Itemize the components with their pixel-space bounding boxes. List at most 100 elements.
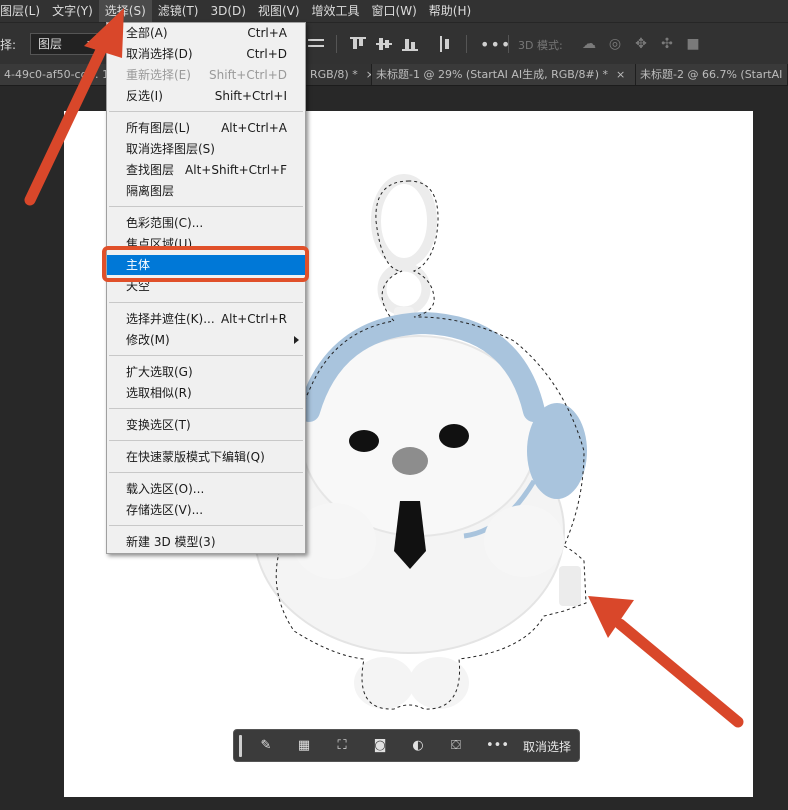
menu-window[interactable]: 窗口(W) (366, 0, 423, 22)
tab-label: RGB/8) * (310, 68, 358, 81)
menu-separator (109, 206, 303, 207)
tab-label: 4-49c0-af50-cd… 1d (4, 68, 108, 81)
brush-icon[interactable]: ✎ (258, 738, 274, 754)
menu-item-color-range[interactable]: 色彩范围(C)... (107, 213, 305, 233)
menu-item-grow[interactable]: 扩大选取(G) (107, 362, 305, 382)
menu-item-find-layers[interactable]: 查找图层 Alt+Shift+Ctrl+F (107, 160, 305, 180)
deselect-button[interactable]: 取消选择 (523, 738, 571, 755)
menu-item-label: 载入选区(O)... (126, 482, 205, 496)
more-icon[interactable]: ••• (486, 738, 509, 754)
tab-document-2[interactable]: RGB/8) *× (306, 64, 372, 85)
menu-separator (109, 440, 303, 441)
menu-item-isolate-layers[interactable]: 隔离图层 (107, 181, 305, 201)
submenu-arrow-icon (294, 336, 299, 344)
tab-document-1[interactable]: 4-49c0-af50-cd… 1d (0, 64, 108, 85)
menu-item-shortcut: Alt+Shift+Ctrl+F (185, 163, 287, 177)
menu-item-deselect-layers[interactable]: 取消选择图层(S) (107, 139, 305, 159)
align-top-icon[interactable] (350, 36, 366, 52)
menu-item-transform-selection[interactable]: 变换选区(T) (107, 415, 305, 435)
menu-item-label: 选择并遮住(K)... (126, 312, 215, 326)
menu-item-label: 色彩范围(C)... (126, 216, 204, 230)
adjustment-icon[interactable]: ◐ (410, 738, 426, 754)
contextual-task-bar: ✎ ▦ ⛶ ◙ ◐ ⛋ ••• 取消选择 (233, 729, 580, 762)
menu-separator (109, 302, 303, 303)
menu-select[interactable]: 选择(S) (98, 0, 152, 22)
menu-type[interactable]: 文字(Y) (46, 0, 99, 22)
menu-layer[interactable]: 图层(L) (0, 0, 46, 22)
divider (336, 35, 337, 53)
layer-mask-icon[interactable]: ◙ (372, 738, 388, 754)
3d-pan-icon[interactable]: ✥ (632, 35, 650, 53)
menu-item-label: 在快速蒙版模式下编辑(Q) (126, 450, 265, 464)
menu-separator (109, 525, 303, 526)
menu-item-similar[interactable]: 选取相似(R) (107, 383, 305, 403)
close-icon[interactable]: × (616, 68, 625, 81)
menu-item-label: 选取相似(R) (126, 386, 192, 400)
menu-separator (109, 472, 303, 473)
fill-bucket-icon[interactable]: ⛋ (448, 738, 464, 754)
menu-item-label: 修改(M) (126, 333, 170, 347)
mask-icon[interactable]: ▦ (296, 738, 312, 754)
menu-item-shortcut: Ctrl+D (246, 47, 287, 61)
menu-item-shortcut: Alt+Ctrl+R (220, 312, 287, 326)
menu-filter[interactable]: 滤镜(T) (152, 0, 205, 22)
menu-item-label: 取消选择(D) (126, 47, 193, 61)
divider (466, 35, 467, 53)
menu-item-deselect[interactable]: 取消选择(D) Ctrl+D (107, 44, 305, 64)
plush-eye-left (349, 430, 379, 452)
3d-orbit-icon[interactable]: ☁ (580, 35, 598, 53)
menu-item-label: 存储选区(V)... (126, 503, 204, 517)
3d-scale-icon[interactable]: ■ (684, 35, 702, 53)
menu-item-label: 全部(A) (126, 26, 168, 40)
align-vertical-center-icon[interactable] (376, 36, 392, 52)
plush-arm-right (484, 505, 564, 577)
distribute-icon[interactable] (438, 36, 454, 52)
menu-item-quick-mask[interactable]: 在快速蒙版模式下编辑(Q) (107, 447, 305, 467)
menu-item-inverse[interactable]: 反选(I) Shift+Ctrl+I (107, 86, 305, 106)
chevron-down-icon (87, 41, 95, 46)
divider (508, 35, 509, 53)
select-menu-dropdown: 全部(A) Ctrl+A 取消选择(D) Ctrl+D 重新选择(E) Shift+C… (106, 22, 306, 554)
tab-document-4[interactable]: 未标题-2 @ 66.7% (StartAI (636, 64, 788, 85)
menu-item-reselect[interactable]: 重新选择(E) Shift+Ctrl+D (107, 65, 305, 85)
menu-bar: 图层(L) 文字(Y) 选择(S) 滤镜(T) 3D(D) 视图(V) 增效工具… (0, 0, 788, 22)
menu-item-shortcut: Shift+Ctrl+I (214, 89, 287, 103)
align-distribute-icon[interactable] (308, 36, 324, 52)
tab-label: 未标题-1 @ 29% (StartAI AI生成, RGB/8#) * (376, 68, 609, 81)
more-options-icon[interactable]: ••• (480, 35, 511, 54)
tab-label: 未标题-2 @ 66.7% (StartAI (640, 68, 783, 81)
menu-item-save-selection[interactable]: 存储选区(V)... (107, 500, 305, 520)
auto-select-value: 图层 (38, 37, 63, 51)
menu-item-shortcut: Shift+Ctrl+D (209, 68, 287, 82)
3d-roll-icon[interactable]: ◎ (606, 35, 624, 53)
menu-item-label: 查找图层 (126, 163, 175, 177)
menu-separator (109, 408, 303, 409)
menu-item-label: 所有图层(L) (126, 121, 191, 135)
menu-view[interactable]: 视图(V) (252, 0, 306, 22)
menu-item-label: 反选(I) (126, 89, 163, 103)
menu-item-select-all[interactable]: 全部(A) Ctrl+A (107, 23, 305, 43)
menu-item-modify[interactable]: 修改(M) (107, 330, 305, 350)
auto-select-dropdown[interactable]: 图层 (30, 33, 102, 55)
auto-select-label: 择: (0, 38, 17, 52)
plush-eye-right (439, 424, 469, 448)
menu-item-label: 隔离图层 (126, 184, 175, 198)
menu-plugins[interactable]: 增效工具 (306, 0, 366, 22)
headphone-earcup (527, 403, 587, 499)
menu-item-select-and-mask[interactable]: 选择并遮住(K)... Alt+Ctrl+R (107, 309, 305, 329)
menu-help[interactable]: 帮助(H) (423, 0, 477, 22)
menu-item-shortcut: Ctrl+A (247, 26, 287, 40)
tab-document-3[interactable]: 未标题-1 @ 29% (StartAI AI生成, RGB/8#) * × (372, 64, 636, 85)
menu-item-label: 重新选择(E) (126, 68, 191, 82)
menu-item-all-layers[interactable]: 所有图层(L) Alt+Ctrl+A (107, 118, 305, 138)
plush-foot-right (409, 657, 469, 709)
menu-item-load-selection[interactable]: 载入选区(O)... (107, 479, 305, 499)
3d-slide-icon[interactable]: ✣ (658, 35, 676, 53)
align-bottom-icon[interactable] (402, 36, 418, 52)
menu-item-new-3d-model[interactable]: 新建 3D 模型(3) (107, 532, 305, 552)
menu-item-shortcut: Alt+Ctrl+A (221, 121, 287, 135)
menu-3d[interactable]: 3D(D) (204, 0, 251, 22)
transform-selection-icon[interactable]: ⛶ (334, 738, 350, 754)
drag-handle[interactable] (239, 735, 242, 757)
keychain-loop (371, 174, 437, 268)
